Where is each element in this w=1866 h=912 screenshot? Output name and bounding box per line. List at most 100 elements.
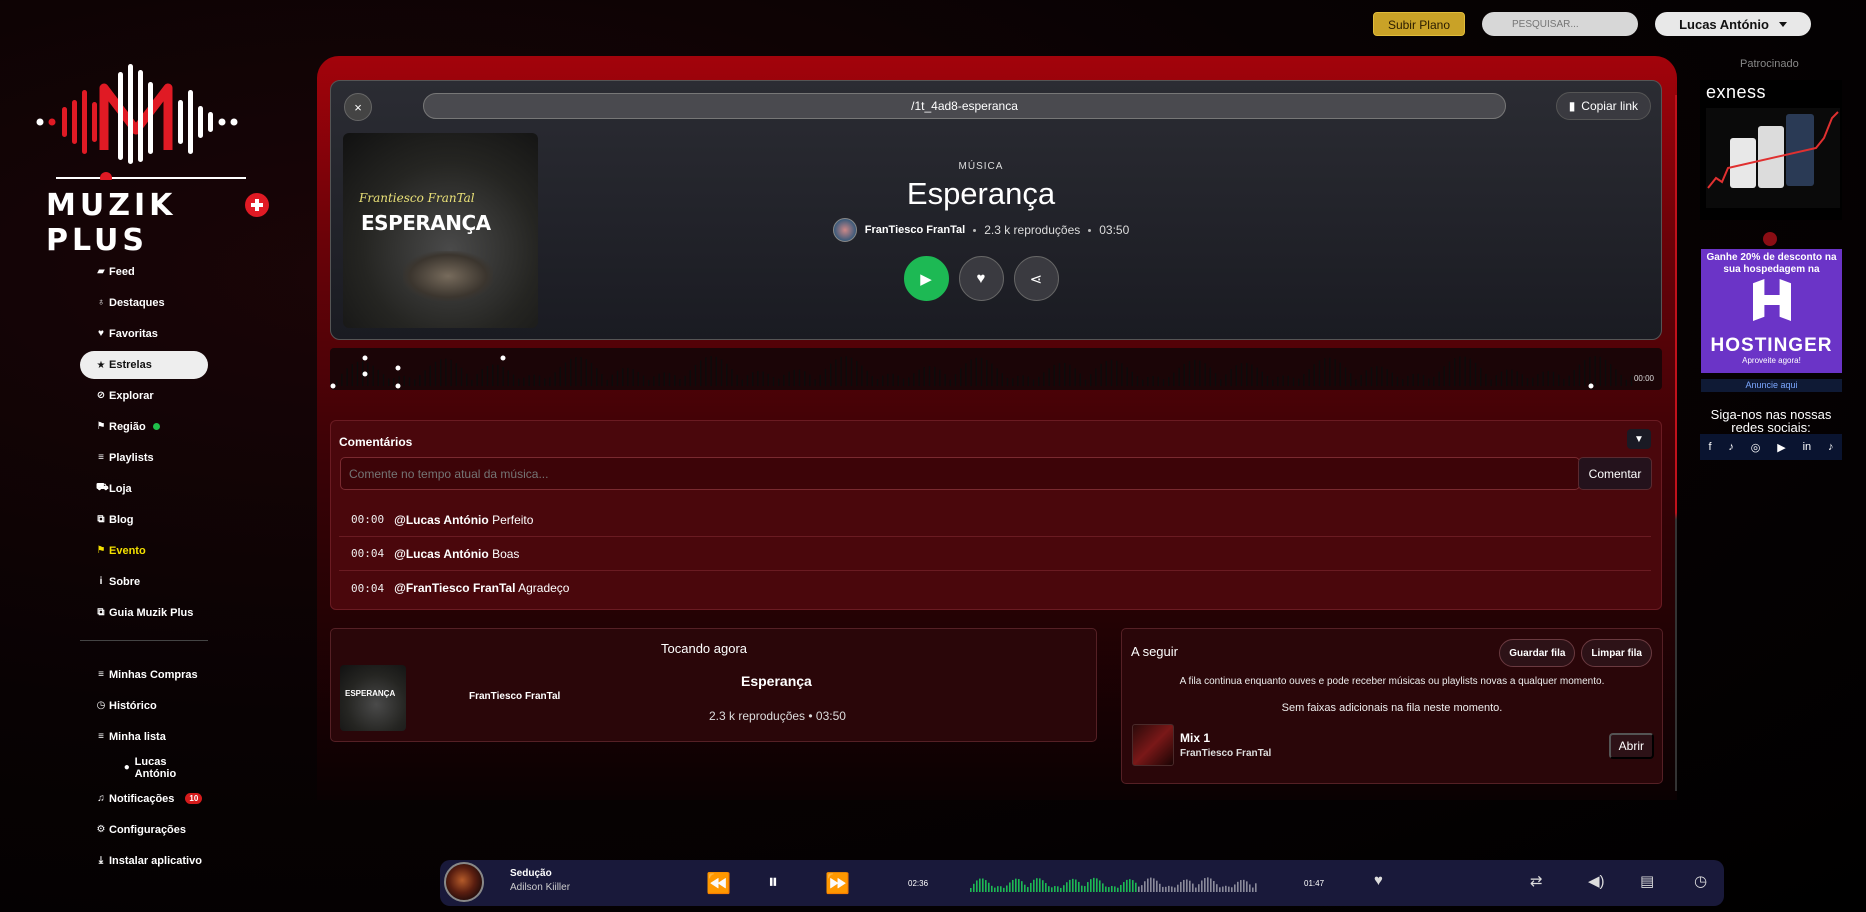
comment-marker[interactable] [395, 365, 401, 371]
queue-card: A seguir Guardar fila Limpar fila A fila… [1121, 628, 1663, 784]
sidebar-item-historico[interactable]: ◷ Histórico [80, 690, 208, 721]
comment-user[interactable]: @Lucas António [394, 513, 489, 527]
waveform-bar [944, 374, 946, 386]
submit-comment-button[interactable]: Comentar [1578, 457, 1652, 490]
sidebar-item-label: Instalar aplicativo [109, 854, 202, 867]
comment-marker[interactable] [395, 383, 401, 389]
waveform-bar [1334, 359, 1336, 386]
song-url-bar[interactable]: /1t_4ad8-esperanca [423, 93, 1506, 119]
page-scrollbar[interactable] [1675, 95, 1677, 791]
clock-icon[interactable]: ◷ [1694, 872, 1707, 890]
close-button[interactable]: × [344, 93, 372, 121]
youtube-icon[interactable]: ▶ [1777, 441, 1785, 454]
waveform-bar [622, 368, 624, 386]
tiktok-alt-icon[interactable]: ♪ [1828, 441, 1834, 453]
comment-input[interactable] [340, 457, 1580, 490]
sidebar-item-guia[interactable]: ⧉ Guia Muzik Plus [80, 597, 208, 628]
sidebar-item-explorar[interactable]: ⊘ Explorar [80, 380, 208, 411]
player-artwork[interactable] [444, 862, 484, 902]
queue-list-icon[interactable]: ▤ [1640, 872, 1654, 890]
waveform-bar [684, 375, 686, 386]
sidebar-item-loja[interactable]: ⛟ Loja [80, 473, 208, 504]
now-playing-cover[interactable]: ESPERANÇA [340, 665, 406, 731]
player-track-title[interactable]: Sedução [510, 868, 552, 879]
waveform-bar [824, 368, 827, 386]
tiktok-icon[interactable]: ♪ [1728, 441, 1734, 453]
sidebar-item-notificacoes[interactable]: ♫ Notificações 10 [80, 783, 208, 814]
play-icon: ▶ [920, 270, 932, 288]
queue-item-thumbnail [1132, 724, 1174, 766]
sidebar-item-sobre[interactable]: i Sobre [80, 566, 208, 597]
exness-ad[interactable]: exness [1700, 80, 1842, 220]
pause-icon[interactable]: ⏸ [768, 871, 778, 894]
sidebar-item-minha-lista[interactable]: ≡ Minha lista [80, 721, 208, 752]
search-input[interactable] [1482, 12, 1638, 36]
player-waveform-bar [1174, 887, 1176, 892]
previous-icon[interactable]: ⏪ [706, 871, 731, 896]
player-waveform[interactable] [970, 874, 1262, 894]
player-track-artist[interactable]: Adilson Kiiller [510, 882, 570, 893]
sidebar-item-destaques[interactable]: ♁ Destaques [80, 287, 208, 318]
sidebar-item-label: Blog [109, 513, 134, 526]
comment-marker[interactable] [362, 371, 368, 377]
artist-name[interactable]: FranTiesco FranTal [865, 224, 965, 236]
sidebar-item-minhas-compras[interactable]: ≡ Minhas Compras [80, 659, 208, 690]
waveform-bar [1391, 372, 1393, 386]
copy-link-button[interactable]: ▮ Copiar link [1555, 92, 1651, 120]
linkedin-icon[interactable]: in [1803, 441, 1812, 453]
waveform-bar [1552, 371, 1555, 386]
instagram-icon[interactable]: ◎ [1751, 441, 1761, 454]
facebook-icon[interactable]: f [1708, 441, 1711, 453]
sidebar-item-playlists[interactable]: ≡ Playlists [80, 442, 208, 473]
separator-dot [1088, 228, 1092, 232]
waveform-scrubber[interactable]: 00:00 [330, 348, 1662, 390]
waveform-bar [1064, 362, 1066, 386]
sidebar-item-feed[interactable]: ▰ Feed [80, 256, 208, 287]
user-menu[interactable]: Lucas António [1655, 12, 1811, 36]
like-button[interactable]: ♥ [958, 256, 1004, 301]
social-heading: Siga-nos nas nossas redes sociais: [1710, 407, 1832, 435]
play-button[interactable]: ▶ [903, 256, 949, 301]
advertise-link[interactable]: Anuncie aqui [1701, 379, 1842, 392]
comment-time[interactable]: 00:04 [351, 547, 384, 560]
open-queue-item-button[interactable]: Abrir [1608, 733, 1654, 759]
waveform-bar [497, 364, 499, 386]
heart-icon: ♥ [976, 270, 986, 287]
hostinger-ad[interactable]: Ganhe 20% de desconto na sua hospedagem … [1701, 249, 1842, 373]
comment-marker[interactable] [330, 383, 336, 389]
comment-user[interactable]: @FranTiesco FranTal [394, 581, 515, 595]
next-icon[interactable]: ⏩ [825, 871, 850, 896]
sidebar-item-profile[interactable]: ● Lucas António [80, 752, 208, 783]
app-logo[interactable]: MUZIK PLUS [36, 60, 276, 258]
sidebar-item-estrelas[interactable]: ★ Estrelas [80, 351, 208, 379]
artist-avatar[interactable] [832, 218, 857, 242]
sidebar-item-blog[interactable]: ⧉ Blog [80, 504, 208, 535]
sidebar-item-configuracoes[interactable]: ⚙ Configurações [80, 814, 208, 845]
sidebar-item-instalar[interactable]: ⤓ Instalar aplicativo [80, 845, 208, 876]
waveform-bar [1110, 359, 1113, 386]
song-hero: × /1t_4ad8-esperanca ▮ Copiar link Frant… [330, 80, 1662, 340]
waveform-bar [1568, 375, 1570, 386]
waveform-bar [913, 373, 915, 386]
collapse-comments-button[interactable]: ▼ [1627, 429, 1651, 449]
comment-list: 00:00 @Lucas António Perfeito 00:04 @Luc… [339, 503, 1651, 605]
share-button[interactable]: ⋖ [1013, 256, 1059, 301]
comment-marker[interactable] [362, 355, 368, 361]
waveform-bar [830, 363, 832, 386]
heart-icon[interactable]: ♥ [1374, 872, 1383, 889]
comment-marker[interactable] [500, 355, 506, 361]
volume-icon[interactable]: ◀) [1588, 872, 1605, 890]
comment-time[interactable]: 00:04 [351, 582, 384, 595]
save-queue-button[interactable]: Guardar fila [1499, 639, 1576, 667]
clear-queue-button[interactable]: Limpar fila [1581, 639, 1652, 667]
sidebar-item-favoritas[interactable]: ♥ Favoritas [80, 318, 208, 349]
comment-user[interactable]: @Lucas António [394, 547, 489, 561]
comment-time[interactable]: 00:00 [351, 513, 384, 526]
comments-heading: Comentários [339, 435, 413, 449]
sidebar-item-evento[interactable]: ⚑ Evento [80, 535, 208, 566]
upgrade-plan-button[interactable]: Subir Plano [1372, 12, 1465, 36]
sidebar-item-regiao[interactable]: ⚑ Região [80, 411, 208, 442]
comment-marker[interactable] [1588, 383, 1594, 389]
now-playing-artist[interactable]: FranTiesco FranTal [469, 691, 560, 702]
repeat-icon[interactable]: ⇄ [1530, 872, 1543, 890]
